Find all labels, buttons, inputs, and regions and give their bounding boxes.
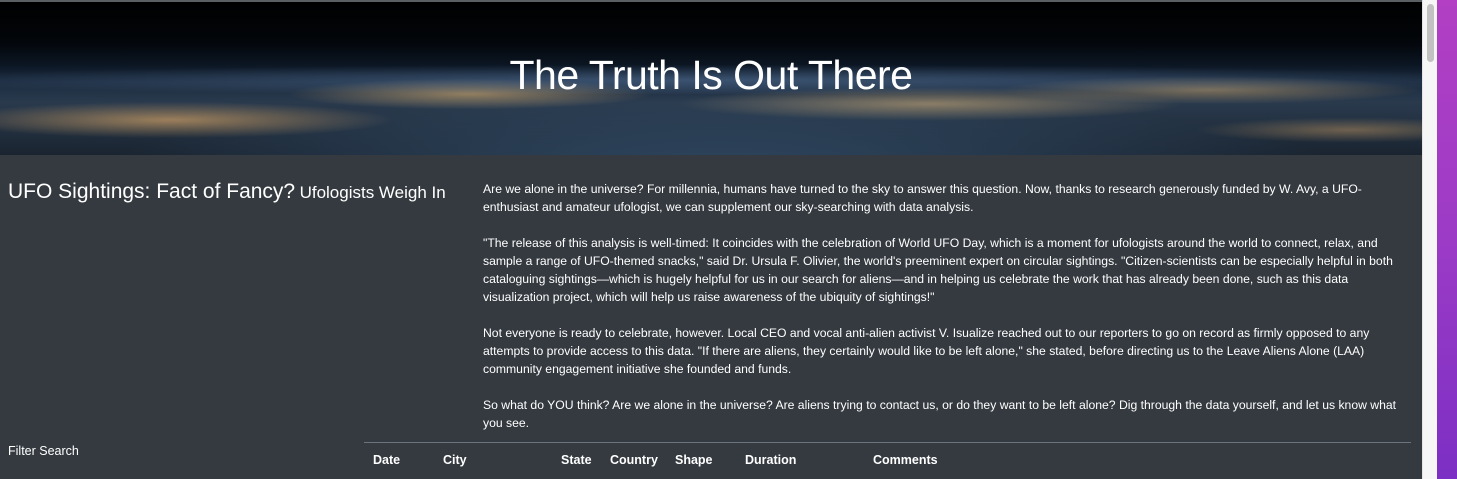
- column-header-comments[interactable]: Comments: [873, 453, 938, 467]
- page-heading-main: UFO Sightings: Fact of Fancy?: [8, 180, 296, 203]
- table-divider: [364, 442, 1411, 443]
- page-heading: UFO Sightings: Fact of Fancy? Ufologists…: [8, 180, 446, 204]
- article-paragraph: Not everyone is ready to celebrate, howe…: [483, 326, 1370, 376]
- scrollbar-thumb[interactable]: [1427, 4, 1434, 62]
- filter-search-label: Filter Search: [8, 444, 79, 458]
- column-header-shape[interactable]: Shape: [675, 453, 713, 467]
- column-header-duration[interactable]: Duration: [745, 453, 796, 467]
- column-header-country[interactable]: Country: [610, 453, 658, 467]
- article-paragraph: So what do YOU think? Are we alone in th…: [483, 398, 1397, 430]
- column-header-date[interactable]: Date: [373, 453, 400, 467]
- article-paragraph: Are we alone in the universe? For millen…: [483, 182, 1362, 214]
- vertical-scrollbar[interactable]: [1422, 0, 1437, 479]
- article-body: Are we alone in the universe? For millen…: [483, 180, 1408, 450]
- column-header-city[interactable]: City: [443, 453, 467, 467]
- article-paragraph: "The release of this analysis is well-ti…: [483, 236, 1393, 304]
- column-header-state[interactable]: State: [561, 453, 592, 467]
- page-heading-subtitle: Ufologists Weigh In: [299, 183, 446, 202]
- hero-banner: The Truth Is Out There: [0, 2, 1422, 155]
- hero-title: The Truth Is Out There: [509, 52, 913, 98]
- desktop-background-edge: [1437, 0, 1457, 479]
